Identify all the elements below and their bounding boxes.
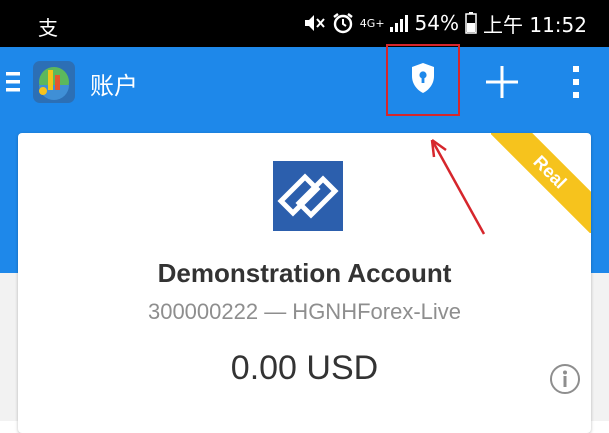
battery-icon: [465, 12, 477, 34]
info-icon: [549, 364, 581, 399]
mute-icon: [302, 12, 326, 34]
status-indicators: 4G+ 54% 上午 11:52: [302, 9, 587, 37]
clock: 上午 11:52: [483, 12, 587, 37]
signal-icon: [389, 13, 409, 33]
account-type-badge: Real: [491, 133, 591, 233]
add-account-button[interactable]: [482, 60, 522, 104]
account-type-ribbon: Real: [491, 133, 591, 233]
metatrader-logo[interactable]: [33, 61, 75, 103]
shield-lock-button[interactable]: [386, 44, 460, 116]
status-bar: 支 4G+ 54% 上午 11:52: [0, 0, 609, 47]
account-card[interactable]: Real Demonstration Account 300000222 — H…: [18, 133, 591, 433]
shield-lock-icon: [410, 62, 436, 99]
status-notification-glyph: 支: [38, 16, 58, 40]
overflow-menu-icon: [568, 66, 584, 105]
broker-logo: [273, 161, 343, 231]
account-number-server: 300000222 — HGNHForex-Live: [147, 299, 462, 324]
info-button[interactable]: [549, 363, 581, 395]
network-type: 4G+: [359, 16, 385, 30]
battery-percent: 54%: [414, 11, 459, 35]
account-name: Demonstration Account: [157, 258, 452, 288]
hamburger-menu-icon[interactable]: [6, 67, 26, 97]
alarm-icon: [332, 12, 354, 34]
page-title: 账户: [90, 72, 138, 100]
account-balance: 0.00 USD: [230, 349, 379, 387]
plus-icon: [482, 66, 522, 108]
overflow-menu-button[interactable]: [568, 63, 584, 101]
